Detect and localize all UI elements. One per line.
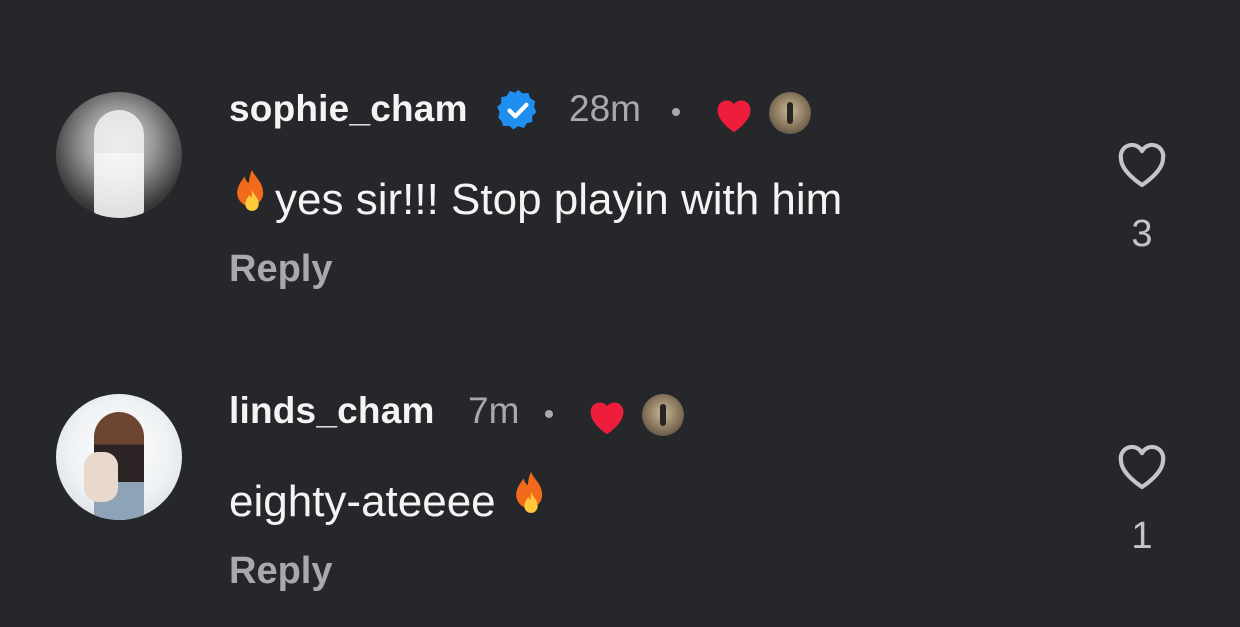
verified-badge-icon xyxy=(497,89,537,130)
comment-text: eighty-ateeee xyxy=(229,470,554,527)
avatar[interactable] xyxy=(56,92,182,218)
separator-dot xyxy=(545,410,553,418)
avatar[interactable] xyxy=(56,394,182,520)
heart-filled-icon xyxy=(590,402,624,435)
reply-button[interactable]: Reply xyxy=(229,248,332,291)
heart-outline-icon[interactable] xyxy=(1114,440,1170,492)
comment-username[interactable]: sophie_cham xyxy=(229,88,468,130)
comment-item: sophie_cham 28m yes sir!!! Stop playin w… xyxy=(0,0,1240,300)
comment-username[interactable]: linds_cham xyxy=(229,390,435,432)
comment-time: 7m xyxy=(468,390,520,431)
author-liked-avatar xyxy=(769,92,811,134)
author-liked-avatar xyxy=(642,394,684,436)
heart-outline-icon[interactable] xyxy=(1114,138,1170,190)
comment-text: yes sir!!! Stop playin with him xyxy=(229,168,842,225)
comment-time: 28m xyxy=(569,88,641,129)
comment-text-body: eighty-ateeee xyxy=(229,477,496,526)
separator-dot xyxy=(672,108,680,116)
avatar-photo xyxy=(94,110,144,218)
like-count: 3 xyxy=(1131,213,1153,255)
like-count: 1 xyxy=(1131,515,1153,557)
avatar-photo-detail xyxy=(84,452,118,502)
comment-item: linds_cham 7m eighty-ateeee Reply 1 xyxy=(0,302,1240,602)
fire-emoji-icon xyxy=(516,471,543,513)
reply-button[interactable]: Reply xyxy=(229,550,332,593)
comment-text-body: yes sir!!! Stop playin with him xyxy=(275,175,843,224)
fire-emoji-icon xyxy=(237,169,264,211)
heart-filled-icon xyxy=(717,100,751,133)
